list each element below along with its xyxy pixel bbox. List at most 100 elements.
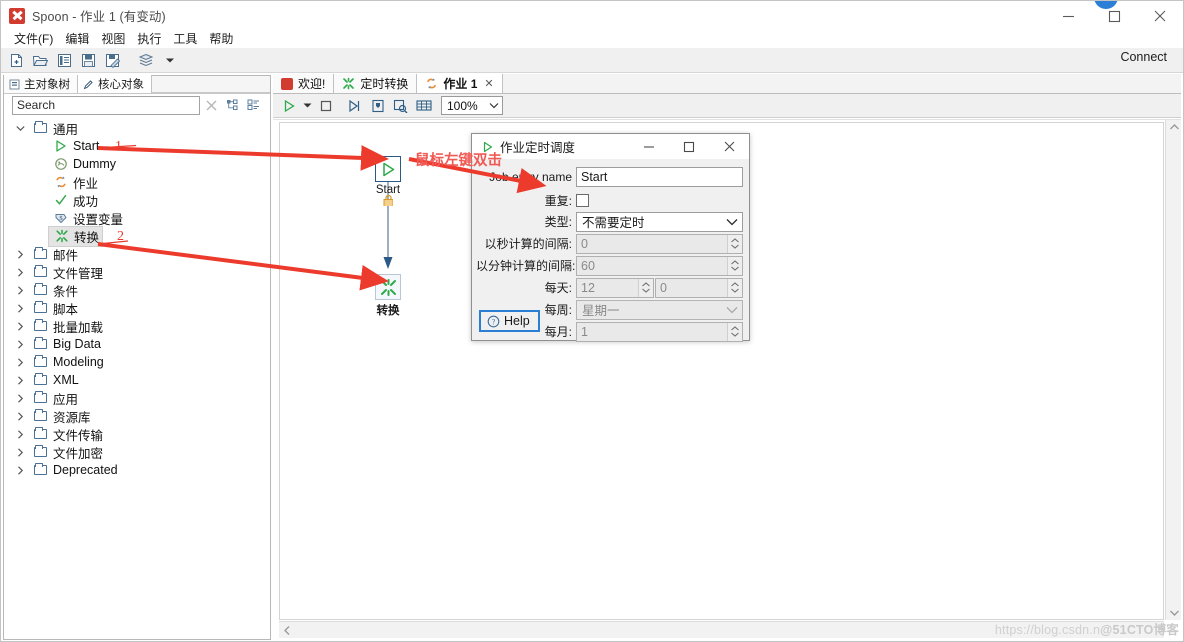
spinner-buttons[interactable] [727,256,742,275]
canvas-node-start[interactable]: Start [353,156,423,196]
chevron-right-icon[interactable] [12,249,28,259]
chevron-right-icon[interactable] [12,393,28,403]
tree-folder-mail[interactable]: 邮件 [4,245,270,263]
menu-help[interactable]: 帮助 [203,31,239,48]
field-daily-minute-spinner[interactable]: 0 [655,277,743,298]
chevron-right-icon[interactable] [16,267,25,277]
tab-welcome[interactable]: 欢迎! [273,74,335,93]
minimize-icon[interactable] [1045,1,1091,31]
tree-folder-xml[interactable]: XML [4,371,270,389]
tree-folder-big-data[interactable]: Big Data [4,335,270,353]
field-interval-seconds-spinner[interactable]: 0 [576,233,743,254]
spinner-buttons[interactable] [727,322,742,341]
tree-folder-bulk-loading[interactable]: 批量加载 [4,317,270,335]
stop-button[interactable] [314,95,337,117]
chevron-right-icon[interactable] [16,357,25,367]
field-weekly-combo[interactable]: 星期一 [576,299,743,320]
pause-button[interactable] [343,95,366,117]
chevron-right-icon[interactable] [16,429,25,439]
canvas-node-transformation[interactable]: 转换 [353,274,423,318]
field-interval-minutes-spinner[interactable]: 60 [576,255,743,276]
menu-tools[interactable]: 工具 [167,31,203,48]
run-button[interactable] [277,95,300,117]
search-input[interactable]: Search [12,95,200,115]
tree-folder-deprecated[interactable]: Deprecated [4,461,270,479]
menu-file[interactable]: 文件(F) [8,31,59,48]
tree-folder-file-management[interactable]: 文件管理 [4,263,270,281]
save-icon[interactable] [77,49,99,71]
save-as-icon[interactable] [101,49,123,71]
tree-folder-file-encryption[interactable]: 文件加密 [4,443,270,461]
tree-item-success[interactable]: 成功 [4,191,270,209]
chevron-right-icon[interactable] [16,375,25,385]
tab-job-1[interactable]: 作业 1 ✕ [417,74,503,93]
tab-scheduled-transformation[interactable]: 定时转换 [334,74,418,93]
dropdown-arrow-icon[interactable] [159,49,181,71]
layers-icon[interactable] [135,49,157,71]
inspect-button[interactable] [389,95,412,117]
field-job-entry-name-input[interactable]: Start [576,166,743,187]
chevron-right-icon[interactable] [16,411,25,421]
chevron-right-icon[interactable] [16,339,25,349]
tree-folder-repository[interactable]: 资源库 [4,407,270,425]
tree-item-set-variables[interactable]: $ 设置变量 [4,209,270,227]
chevron-right-icon[interactable] [12,429,28,439]
chevron-right-icon[interactable] [12,411,28,421]
tab-job-1-close-icon[interactable]: ✕ [484,77,493,90]
chevron-right-icon[interactable] [16,303,25,313]
field-daily-hour-spinner[interactable]: 12 [576,277,654,298]
chevron-right-icon[interactable] [16,285,25,295]
clear-search-icon[interactable] [200,100,222,111]
open-folder-icon[interactable] [29,49,51,71]
tree-folder-file-transfer[interactable]: 文件传输 [4,425,270,443]
job-scheduling-dialog[interactable]: 作业定时调度 Job entry name Start 重复: 类型: 不需要定… [471,133,750,342]
explorer-icon[interactable] [53,49,75,71]
tree-item-start[interactable]: Start [4,137,270,155]
chevron-right-icon[interactable] [16,447,25,457]
spinner-buttons[interactable] [727,234,742,253]
tree-folder-modeling[interactable]: Modeling [4,353,270,371]
chevron-right-icon[interactable] [12,321,28,331]
chevron-right-icon[interactable] [12,303,28,313]
tree-item-dummy[interactable]: Dummy [4,155,270,173]
dialog-close-icon[interactable] [709,134,749,159]
expand-all-icon[interactable] [222,99,243,111]
chevron-right-icon[interactable] [12,447,28,457]
tree-item-job[interactable]: 作业 [4,173,270,191]
dialog-minimize-icon[interactable] [629,134,669,159]
chevron-right-icon[interactable] [12,339,28,349]
tree-folder-conditions[interactable]: 条件 [4,281,270,299]
chevron-right-icon[interactable] [16,321,25,331]
zoom-select[interactable]: 100% [441,96,503,115]
chevron-right-icon[interactable] [16,393,25,403]
preview-button[interactable] [366,95,389,117]
menu-run[interactable]: 执行 [131,31,167,48]
menu-view[interactable]: 视图 [95,31,131,48]
chevron-right-icon[interactable] [12,267,28,277]
chevron-down-icon[interactable] [15,124,25,133]
chevron-right-icon[interactable] [16,249,25,259]
tab-main-object-tree[interactable]: 主对象树 [4,75,78,93]
tree-folder-general[interactable]: 通用 [4,119,270,137]
tree-folder-scripting[interactable]: 脚本 [4,299,270,317]
help-button[interactable]: ? Help [479,310,540,332]
field-monthly-spinner[interactable]: 1 [576,321,743,342]
chevron-down-icon[interactable] [12,124,28,133]
tree-folder-utility[interactable]: 应用 [4,389,270,407]
close-icon[interactable] [1137,1,1183,31]
chevron-right-icon[interactable] [16,465,25,475]
chevron-right-icon[interactable] [12,285,28,295]
spinner-buttons[interactable] [727,278,742,297]
scroll-up-icon[interactable] [1166,124,1182,130]
chevron-right-icon[interactable] [12,375,28,385]
connect-button[interactable]: Connect [1120,50,1167,64]
run-options-dropdown[interactable] [300,95,314,117]
spinner-buttons[interactable] [638,278,653,297]
tab-core-objects[interactable]: 核心对象 [78,75,152,93]
chevron-right-icon[interactable] [12,465,28,475]
collapse-all-icon[interactable] [243,99,264,111]
menu-edit[interactable]: 编辑 [59,31,95,48]
grid-button[interactable] [412,95,435,117]
scroll-down-icon[interactable] [1166,610,1182,616]
new-file-icon[interactable] [5,49,27,71]
